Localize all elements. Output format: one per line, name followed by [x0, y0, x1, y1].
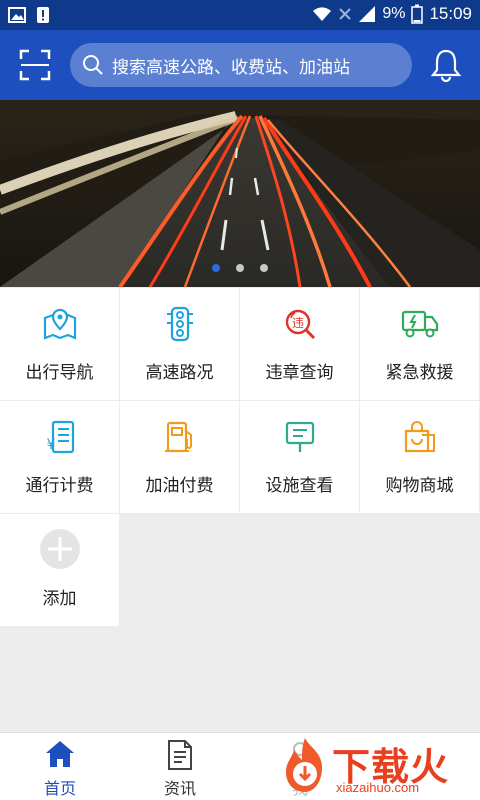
- carousel-dot[interactable]: [260, 264, 268, 272]
- clock: 15:09: [429, 4, 472, 23]
- flame-logo-icon: [286, 738, 322, 792]
- wifi-icon: [313, 7, 332, 22]
- service-toll[interactable]: ¥ 通行计费: [0, 401, 119, 513]
- svg-text:违: 违: [291, 316, 303, 330]
- traffic-light-icon: [166, 306, 193, 342]
- service-violation[interactable]: 违 违章查询: [240, 288, 359, 400]
- violation-search-icon: 违: [285, 309, 315, 340]
- service-rescue[interactable]: 紧急救援: [360, 288, 479, 400]
- top-header: 搜索高速公路、收费站、加油站: [0, 30, 480, 100]
- tab-home[interactable]: 首页: [0, 733, 120, 800]
- carousel-indicators: [0, 264, 480, 272]
- tab-news[interactable]: 资讯: [120, 733, 240, 800]
- service-label: 紧急救援: [385, 363, 454, 382]
- map-navigation-icon: [43, 308, 76, 340]
- battery-icon: [411, 4, 424, 24]
- notification-icons: [8, 6, 50, 24]
- service-label: 高速路况: [145, 363, 214, 382]
- service-fuel[interactable]: 加油付费: [120, 401, 239, 513]
- service-label: 购物商城: [385, 476, 454, 495]
- service-label: 加油付费: [145, 476, 214, 495]
- search-icon: [83, 55, 103, 75]
- carousel-dot[interactable]: [236, 264, 244, 272]
- signal-icon: [359, 6, 376, 22]
- tab-label: 首页: [43, 781, 76, 798]
- service-label: 违章查询: [265, 363, 334, 382]
- service-label: 通行计费: [25, 476, 94, 495]
- search-bar[interactable]: 搜索高速公路、收费站、加油站: [70, 43, 412, 87]
- tab-label: 资讯: [163, 781, 196, 798]
- watermark: 下载火 xiazaihuo.com: [274, 734, 474, 798]
- banner-carousel[interactable]: [0, 100, 480, 287]
- service-add[interactable]: 添加: [0, 514, 119, 626]
- shopping-bag-icon: [404, 421, 435, 453]
- service-navigation[interactable]: 出行导航: [0, 288, 119, 400]
- toll-fee-icon: ¥: [46, 420, 74, 454]
- fuel-pump-icon: [164, 421, 192, 453]
- home-icon: [46, 741, 74, 767]
- svg-text:¥: ¥: [46, 437, 55, 453]
- service-label: 添加: [42, 589, 77, 608]
- no-sim-icon: [339, 8, 352, 20]
- service-traffic[interactable]: 高速路况: [120, 288, 239, 400]
- service-label: 设施查看: [265, 476, 334, 495]
- watermark-url: xiazaihuo.com: [336, 780, 420, 795]
- news-icon: [168, 740, 192, 770]
- rescue-truck-icon: [401, 310, 438, 338]
- alert-notification-icon: [37, 7, 49, 23]
- status-bar: 9% 15:09: [0, 0, 480, 30]
- service-shopping[interactable]: 购物商城: [360, 401, 479, 513]
- carousel-dot[interactable]: [212, 264, 220, 272]
- facility-sign-icon: [285, 421, 314, 452]
- highway-night-image: [0, 100, 480, 287]
- image-notification-icon: [8, 7, 26, 23]
- add-icon: [39, 529, 80, 569]
- service-label: 出行导航: [25, 363, 94, 382]
- bell-icon[interactable]: [430, 48, 462, 82]
- search-placeholder: 搜索高速公路、收费站、加油站: [112, 57, 350, 77]
- battery-level: 9%: [382, 5, 406, 22]
- service-facility[interactable]: 设施查看: [240, 401, 359, 513]
- scan-icon[interactable]: [18, 48, 52, 82]
